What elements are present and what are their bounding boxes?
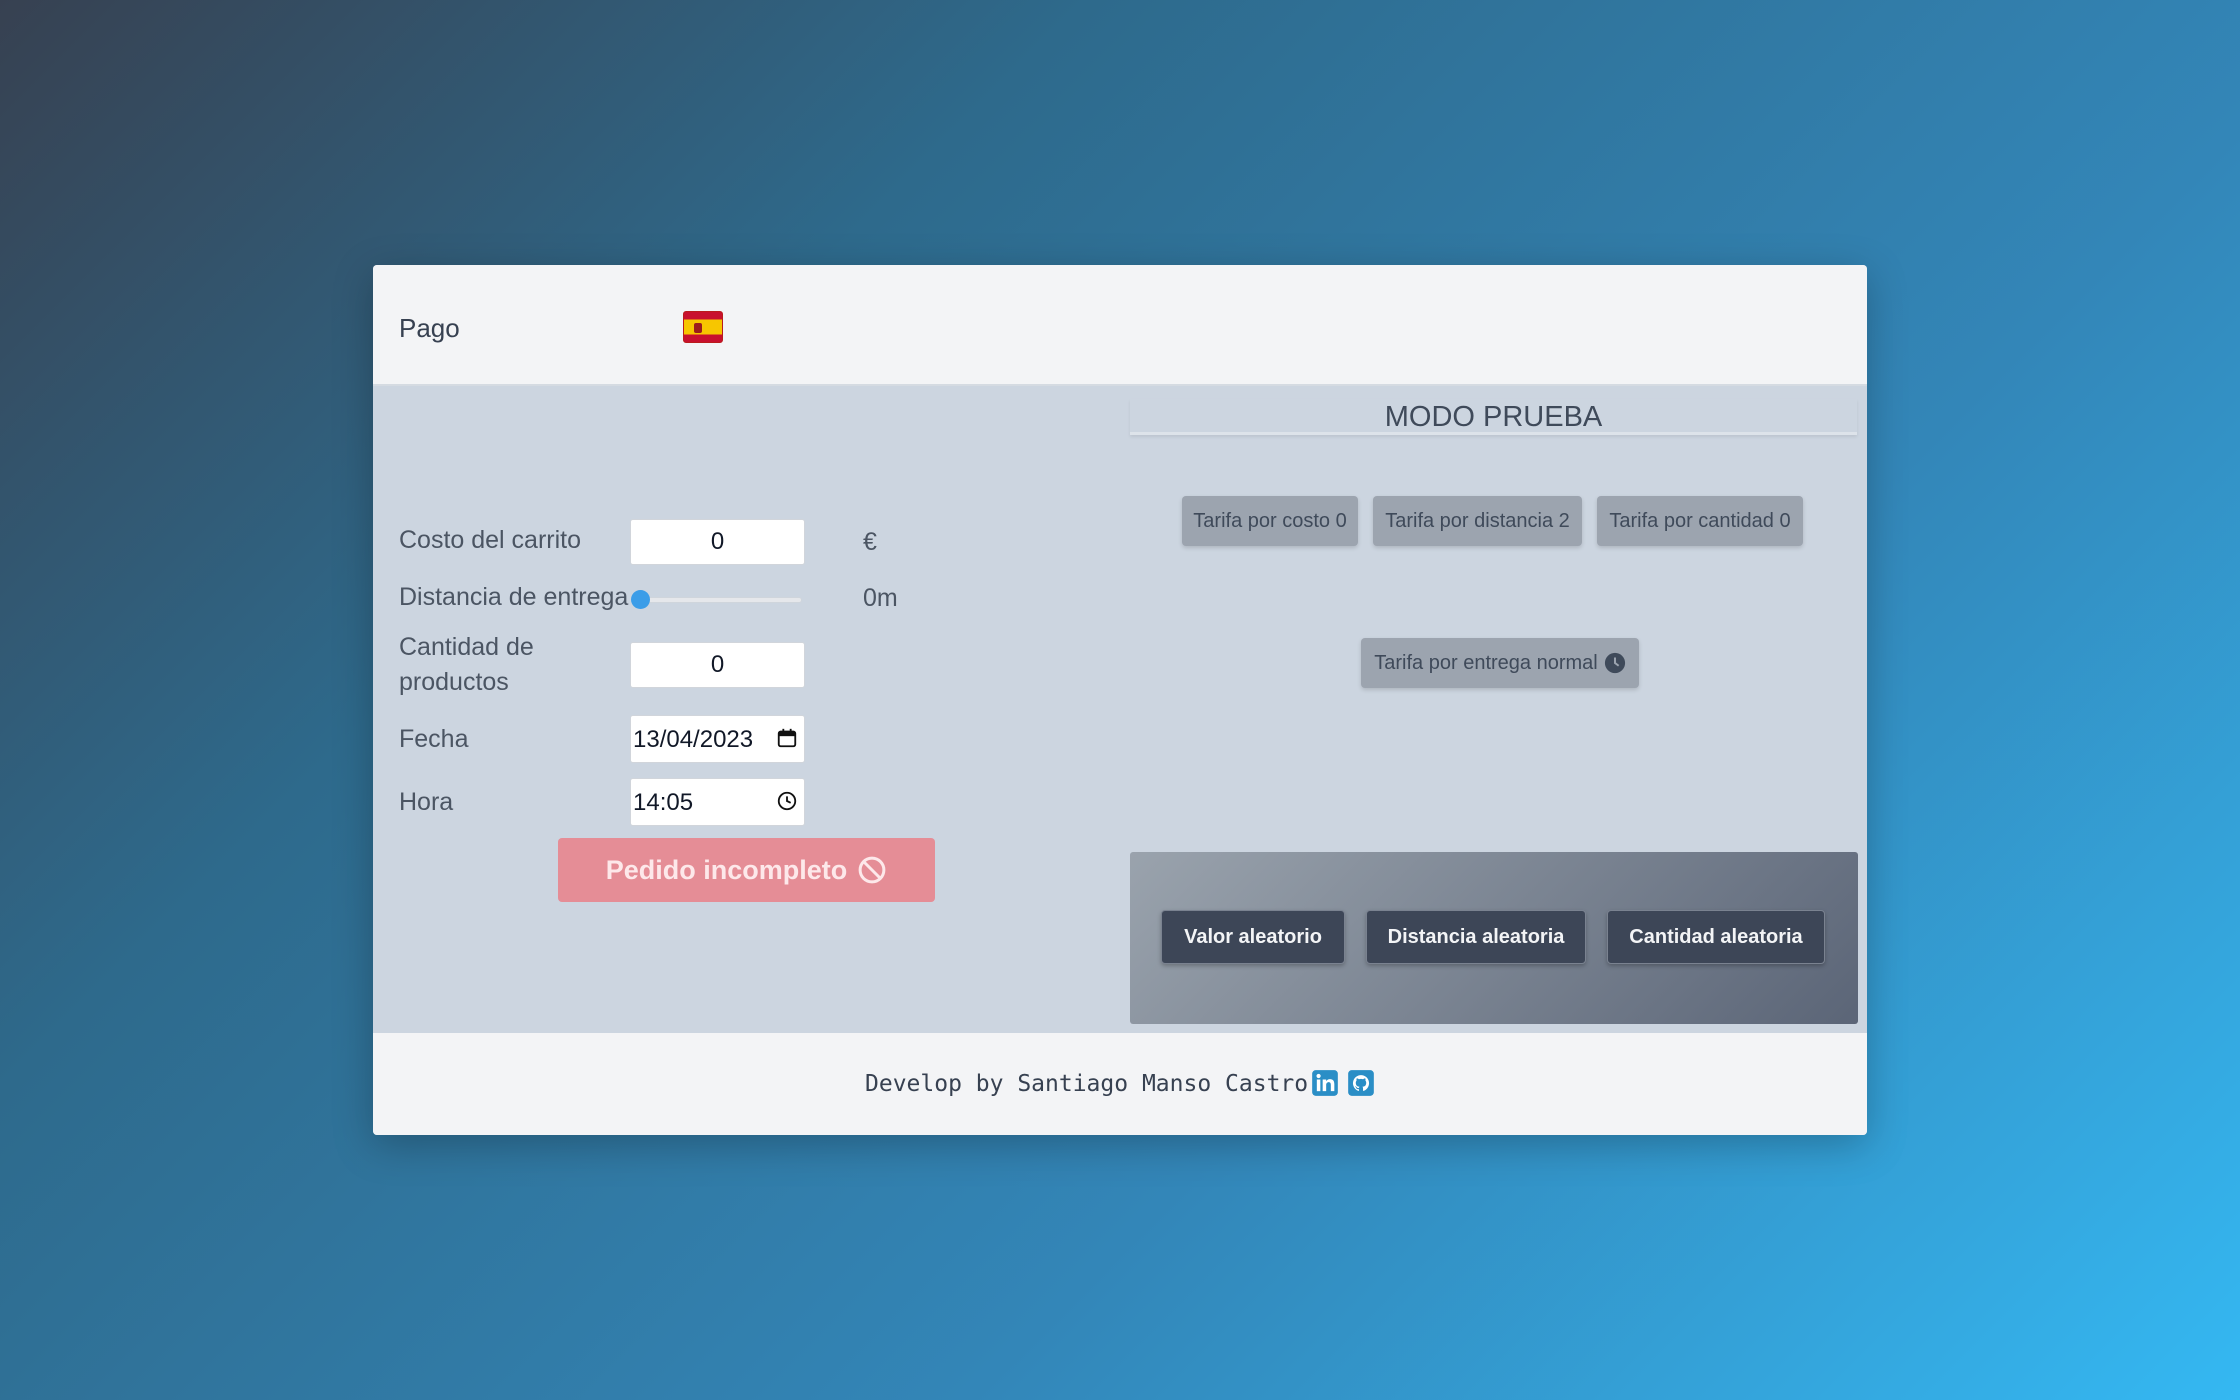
fee-delivery-label: Tarifa por entrega normal [1374,652,1598,674]
submit-order-button[interactable]: Pedido incompleto [558,838,935,902]
test-mode-title: MODO PRUEBA [1130,399,1857,435]
linkedin-icon[interactable] [1311,1069,1339,1097]
quantity-input[interactable]: 0 [630,642,805,688]
spain-flag-icon[interactable] [683,311,723,343]
time-label: Hora [399,788,454,816]
cost-input[interactable]: 0 [630,519,805,565]
fee-delivery-badge: Tarifa por entrega normal [1361,638,1639,688]
page-title: Pago [399,313,460,343]
clock-icon [1604,652,1625,674]
submit-order-label: Pedido incompleto [605,854,848,885]
forbidden-icon [858,856,886,884]
random-value-button[interactable]: Valor aleatorio [1161,910,1345,964]
quantity-label: Cantidad de productos [399,633,534,696]
distance-slider-thumb[interactable] [631,590,650,609]
distance-value: 0m [863,584,898,612]
distance-slider-track[interactable] [637,597,802,603]
clock-icon[interactable] [776,790,798,812]
currency-label: € [863,528,877,556]
developer-credit: Develop by Santiago Manso Castro [865,1071,1309,1097]
cost-label: Costo del carrito [399,526,582,554]
fee-cost-badge: Tarifa por costo 0 [1182,496,1358,546]
date-input[interactable]: 13/04/2023 [630,715,805,763]
time-input[interactable]: 14:05 [630,778,805,826]
payment-card: Pago Costo del carrito 0 € Distancia de … [373,265,1867,1135]
fee-quantity-badge: Tarifa por cantidad 0 [1597,496,1803,546]
card-header: Pago [373,265,1867,386]
random-distance-button[interactable]: Distancia aleatoria [1366,910,1586,964]
random-panel: Valor aleatorio Distancia aleatoria Cant… [1130,852,1858,1024]
random-quantity-button[interactable]: Cantidad aleatoria [1607,910,1825,964]
github-icon[interactable] [1347,1069,1375,1097]
date-value: 13/04/2023 [633,726,754,753]
card-footer: Develop by Santiago Manso Castro [373,1033,1867,1135]
distance-label: Distancia de entrega [399,583,629,611]
time-value: 14:05 [633,789,694,816]
fee-distance-badge: Tarifa por distancia 2 [1373,496,1582,546]
date-label: Fecha [399,725,469,753]
calendar-icon[interactable] [776,727,798,749]
